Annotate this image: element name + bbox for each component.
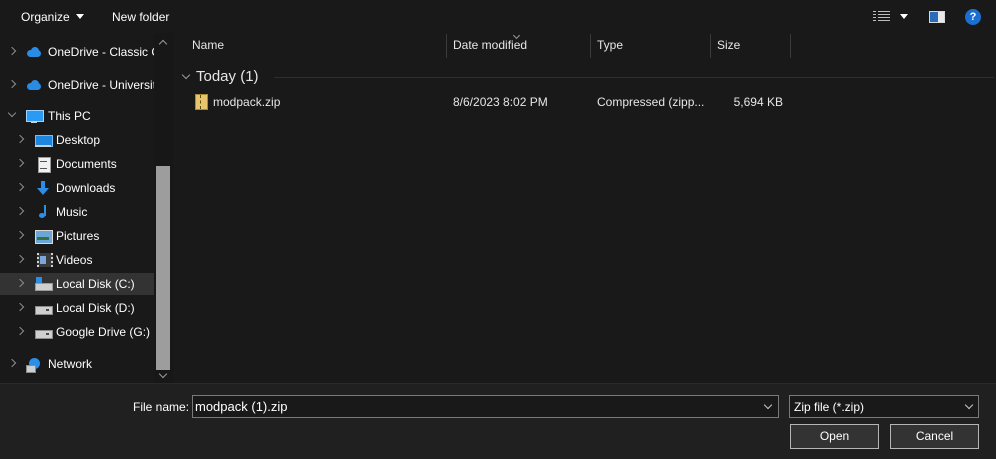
file-list[interactable]: Name Date modified Type Size Today (1) m…: [174, 31, 996, 383]
nav-item-music[interactable]: Music: [0, 201, 154, 223]
expand-chevron-icon[interactable]: [15, 254, 25, 264]
nav-item-label: Local Disk (D:): [56, 301, 135, 315]
desktop-icon: [35, 133, 53, 147]
nav-item-label: Network: [48, 357, 93, 371]
preview-pane-icon[interactable]: [929, 11, 945, 23]
group-label: Today (1): [196, 68, 259, 85]
drive-icon: [35, 301, 53, 315]
nav-item-pictures[interactable]: Pictures: [0, 225, 154, 247]
downloads-icon: [35, 181, 51, 195]
nav-item-desktop[interactable]: Desktop: [0, 129, 154, 151]
nav-item-label: Desktop: [56, 133, 101, 147]
onedrive-cloud-icon: [26, 78, 42, 92]
expand-chevron-icon[interactable]: [15, 206, 25, 216]
help-icon[interactable]: ?: [965, 9, 981, 25]
organize-label: Organize: [21, 10, 70, 24]
file-row[interactable]: modpack.zip 8/6/2023 8:02 PM Compressed …: [188, 91, 788, 113]
nav-item-onedrive-classic[interactable]: OneDrive - Classic C: [0, 41, 154, 63]
nav-item-local-disk-d[interactable]: Local Disk (D:): [0, 297, 154, 319]
organize-dropdown-icon: [75, 14, 84, 20]
expand-chevron-icon[interactable]: [15, 326, 25, 336]
column-header-date-modified[interactable]: Date modified: [447, 33, 590, 58]
expand-chevron-icon[interactable]: [7, 46, 17, 56]
this-pc-icon: [26, 109, 44, 123]
expand-chevron-icon[interactable]: [7, 79, 17, 89]
expand-chevron-icon[interactable]: [15, 302, 25, 312]
nav-item-this-pc[interactable]: This PC: [0, 105, 154, 127]
nav-item-label: Downloads: [56, 181, 116, 195]
details-view-icon: [873, 10, 891, 22]
nav-item-label: Local Disk (C:): [56, 277, 135, 291]
command-toolbar: Organize New folder ?: [0, 0, 996, 33]
nav-item-label: Google Drive (G:): [56, 325, 151, 339]
collapse-chevron-icon[interactable]: [7, 108, 17, 118]
onedrive-cloud-icon: [26, 45, 42, 59]
file-name-combobox[interactable]: [192, 395, 779, 418]
file-size: 5,694 KB: [733, 95, 783, 109]
file-name: modpack.zip: [213, 95, 281, 109]
scroll-up-arrow-icon[interactable]: [158, 39, 168, 49]
change-view-button[interactable]: [873, 10, 909, 24]
navigation-pane[interactable]: OneDrive - Classic C OneDrive - Universi…: [0, 33, 173, 383]
nav-item-label: Pictures: [56, 229, 100, 243]
expand-chevron-icon[interactable]: [15, 230, 25, 240]
music-icon: [35, 205, 51, 219]
nav-item-label: OneDrive - Universit: [48, 78, 154, 92]
nav-item-label: This PC: [48, 109, 91, 123]
nav-item-label: Videos: [56, 253, 93, 267]
nav-item-downloads[interactable]: Downloads: [0, 177, 154, 199]
nav-item-local-disk-c[interactable]: Local Disk (C:): [0, 273, 154, 295]
file-name-dropdown-icon[interactable]: [763, 400, 773, 410]
nav-item-network[interactable]: Network: [0, 353, 154, 375]
file-type: Compressed (zipp...: [597, 95, 705, 109]
column-divider[interactable]: [790, 34, 791, 58]
navigation-scrollbar[interactable]: [154, 33, 173, 383]
expand-chevron-icon[interactable]: [15, 182, 25, 192]
file-date-modified: 8/6/2023 8:02 PM: [453, 95, 548, 109]
column-header-size[interactable]: Size: [711, 33, 790, 58]
scroll-down-arrow-icon[interactable]: [158, 369, 168, 379]
nav-item-label: Music: [56, 205, 88, 219]
open-button[interactable]: Open: [790, 424, 879, 449]
nav-item-documents[interactable]: Documents: [0, 153, 154, 175]
column-header-type[interactable]: Type: [591, 33, 710, 58]
zip-file-icon: [195, 94, 208, 110]
expand-chevron-icon[interactable]: [15, 278, 25, 288]
collapse-group-chevron-icon[interactable]: [181, 70, 191, 80]
expand-chevron-icon[interactable]: [15, 134, 25, 144]
nav-item-label: Documents: [56, 157, 117, 171]
scrollbar-thumb[interactable]: [156, 166, 170, 370]
pictures-icon: [35, 229, 53, 244]
file-type-dropdown-icon[interactable]: [964, 400, 974, 410]
file-name-label: File name:: [133, 400, 190, 414]
expand-chevron-icon[interactable]: [15, 158, 25, 168]
network-icon: [26, 357, 42, 373]
videos-icon: [35, 253, 53, 267]
drive-c-icon: [35, 277, 53, 291]
view-dropdown-icon: [900, 14, 908, 19]
organize-button[interactable]: Organize: [21, 8, 84, 26]
file-name-input[interactable]: [195, 397, 755, 416]
nav-item-label: OneDrive - Classic C: [48, 45, 154, 59]
documents-icon: [35, 157, 51, 173]
nav-item-onedrive-university[interactable]: OneDrive - Universit: [0, 74, 154, 96]
column-header-name[interactable]: Name: [186, 33, 446, 58]
cancel-button[interactable]: Cancel: [890, 424, 979, 449]
group-divider: [274, 77, 994, 78]
nav-item-videos[interactable]: Videos: [0, 249, 154, 271]
file-type-value: Zip file (*.zip): [794, 400, 865, 414]
new-folder-button[interactable]: New folder: [112, 8, 169, 26]
group-header-today[interactable]: Today (1): [180, 67, 994, 87]
dialog-footer: File name: Zip file (*.zip) Open Cancel: [0, 383, 996, 459]
nav-item-google-drive[interactable]: Google Drive (G:): [0, 321, 154, 343]
file-type-select[interactable]: Zip file (*.zip): [789, 395, 979, 418]
expand-chevron-icon[interactable]: [7, 358, 17, 368]
drive-icon: [35, 325, 53, 339]
